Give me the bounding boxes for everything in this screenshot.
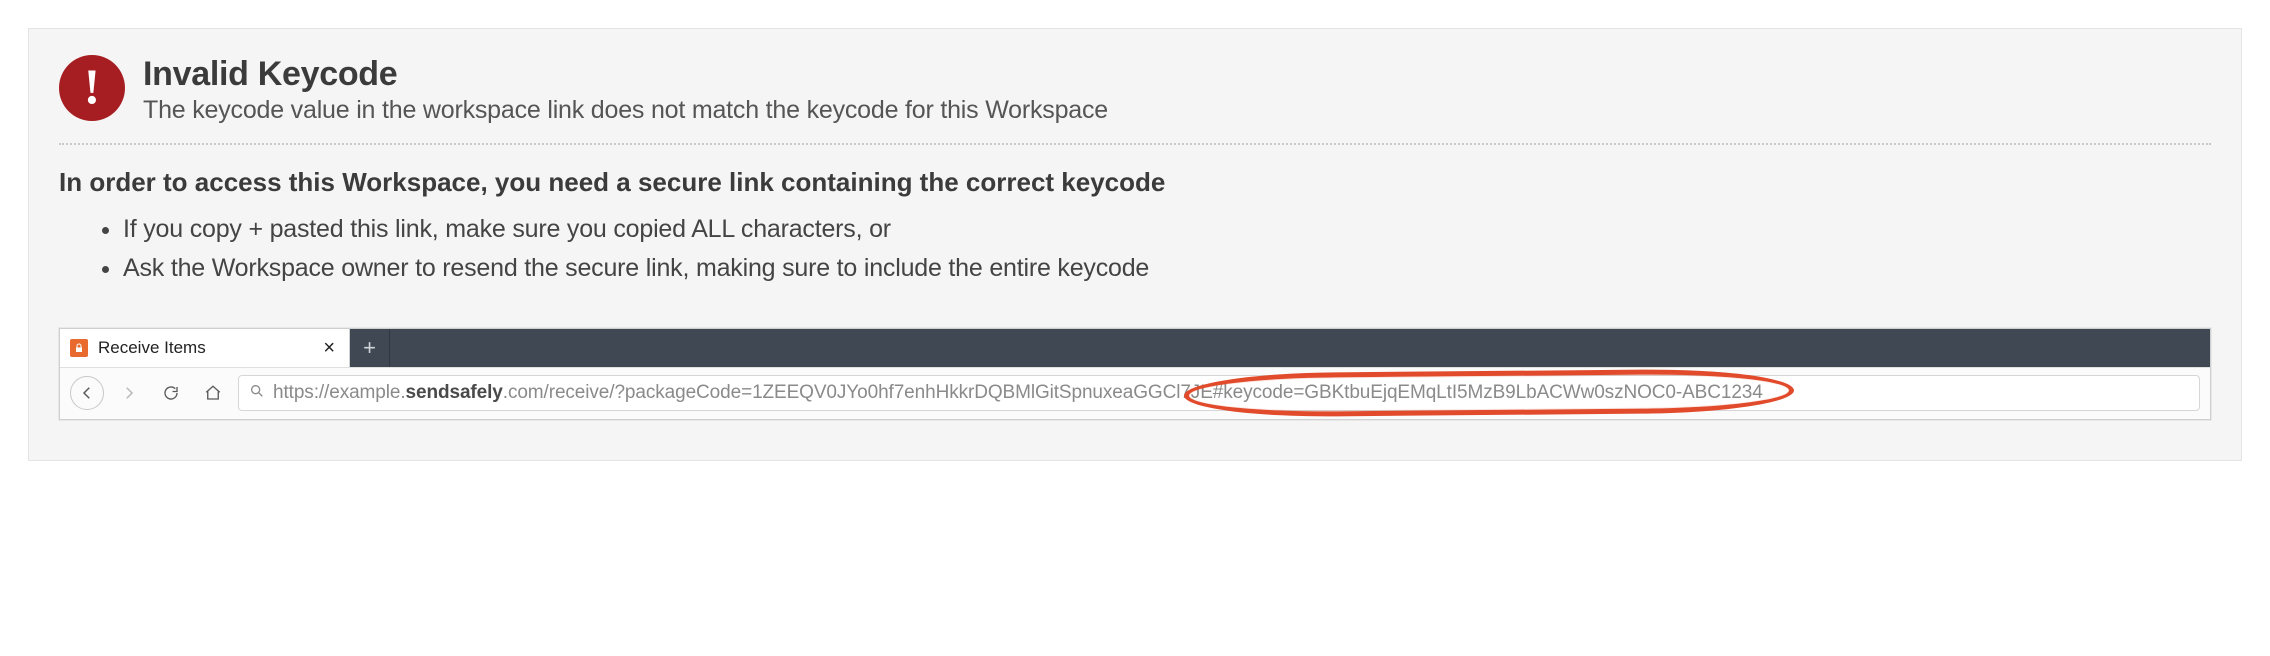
address-bar[interactable]: https://example.sendsafely.com/receive/?…	[238, 375, 2200, 411]
url-prefix: https://example.	[273, 382, 406, 403]
url-mid: .com/receive/?packageCode=1ZEEQV0JYo0hf7…	[503, 382, 1213, 403]
url-keycode: #keycode=GBKtbuEjqEMqLtI5MzB9LbACWw0szNO…	[1213, 382, 1763, 403]
forward-button[interactable]	[112, 376, 146, 410]
lock-icon	[70, 339, 88, 357]
search-icon	[249, 383, 265, 404]
browser-toolbar: https://example.sendsafely.com/receive/?…	[60, 367, 2210, 419]
alert-title: Invalid Keycode	[143, 55, 1108, 94]
browser-mockup: Receive Items × +	[59, 328, 2211, 420]
reload-button[interactable]	[154, 376, 188, 410]
url-text: https://example.sendsafely.com/receive/?…	[273, 382, 1763, 404]
home-button[interactable]	[196, 376, 230, 410]
browser-tabbar: Receive Items × +	[60, 329, 2210, 367]
url-domain-bold: sendsafely	[406, 382, 503, 403]
instructions-item: If you copy + pasted this link, make sur…	[123, 210, 2211, 249]
close-icon[interactable]: ×	[323, 338, 335, 358]
browser-tab[interactable]: Receive Items ×	[60, 329, 350, 367]
exclamation-icon: !	[59, 55, 125, 121]
alert-header: ! Invalid Keycode The keycode value in t…	[59, 55, 2211, 145]
instructions-item: Ask the Workspace owner to resend the se…	[123, 249, 2211, 288]
back-button[interactable]	[70, 376, 104, 410]
tab-title: Receive Items	[98, 338, 313, 358]
alert-subtitle: The keycode value in the workspace link …	[143, 96, 1108, 125]
instructions-lead: In order to access this Workspace, you n…	[59, 167, 2211, 198]
new-tab-button[interactable]: +	[350, 329, 390, 367]
instructions: In order to access this Workspace, you n…	[59, 167, 2211, 288]
error-panel: ! Invalid Keycode The keycode value in t…	[28, 28, 2242, 461]
